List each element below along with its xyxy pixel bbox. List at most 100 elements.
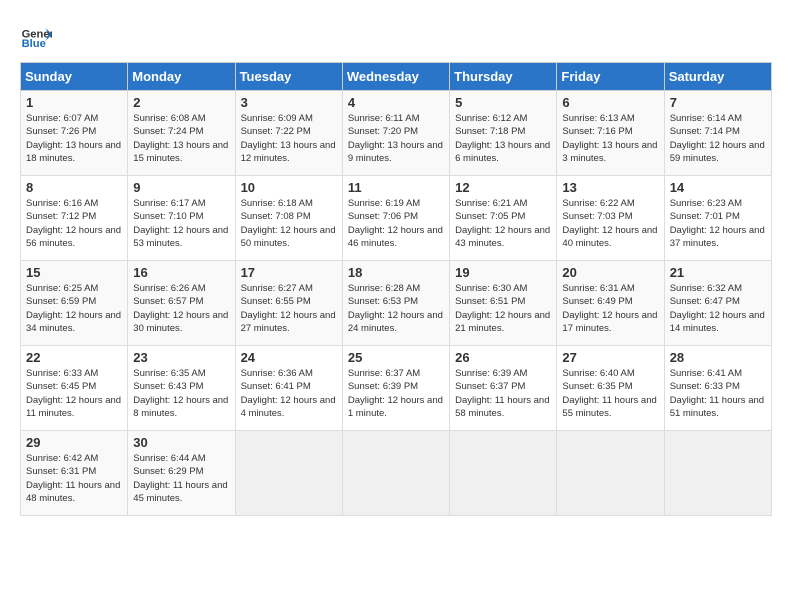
calendar-week-2: 8 Sunrise: 6:16 AMSunset: 7:12 PMDaylight…: [21, 176, 772, 261]
day-detail: Sunrise: 6:19 AMSunset: 7:06 PMDaylight:…: [348, 197, 444, 250]
calendar-cell: 23 Sunrise: 6:35 AMSunset: 6:43 PMDayligh…: [128, 346, 235, 431]
day-number: 3: [241, 95, 337, 110]
header-cell-sunday: Sunday: [21, 63, 128, 91]
calendar-cell: 10 Sunrise: 6:18 AMSunset: 7:08 PMDayligh…: [235, 176, 342, 261]
day-number: 15: [26, 265, 122, 280]
calendar-cell: 14 Sunrise: 6:23 AMSunset: 7:01 PMDayligh…: [664, 176, 771, 261]
day-number: 19: [455, 265, 551, 280]
day-number: 24: [241, 350, 337, 365]
day-number: 30: [133, 435, 229, 450]
calendar-cell: [450, 431, 557, 516]
header-cell-friday: Friday: [557, 63, 664, 91]
day-detail: Sunrise: 6:21 AMSunset: 7:05 PMDaylight:…: [455, 197, 551, 250]
day-number: 29: [26, 435, 122, 450]
page-header: General Blue: [20, 20, 772, 52]
calendar-cell: 20 Sunrise: 6:31 AMSunset: 6:49 PMDayligh…: [557, 261, 664, 346]
day-number: 4: [348, 95, 444, 110]
header-cell-thursday: Thursday: [450, 63, 557, 91]
day-detail: Sunrise: 6:42 AMSunset: 6:31 PMDaylight:…: [26, 452, 122, 505]
day-number: 10: [241, 180, 337, 195]
day-number: 7: [670, 95, 766, 110]
calendar-cell: 24Sunrise: 6:36 AMSunset: 6:41 PMDayligh…: [235, 346, 342, 431]
day-detail: Sunrise: 6:44 AMSunset: 6:29 PMDaylight:…: [133, 452, 229, 505]
day-number: 14: [670, 180, 766, 195]
day-number: 11: [348, 180, 444, 195]
calendar-cell: 15 Sunrise: 6:25 AMSunset: 6:59 PMDayligh…: [21, 261, 128, 346]
day-number: 9: [133, 180, 229, 195]
header-cell-saturday: Saturday: [664, 63, 771, 91]
calendar-cell: 13Sunrise: 6:22 AMSunset: 7:03 PMDayligh…: [557, 176, 664, 261]
calendar-cell: 8 Sunrise: 6:16 AMSunset: 7:12 PMDaylight…: [21, 176, 128, 261]
day-number: 8: [26, 180, 122, 195]
day-number: 16: [133, 265, 229, 280]
day-number: 23: [133, 350, 229, 365]
header-cell-tuesday: Tuesday: [235, 63, 342, 91]
day-number: 2: [133, 95, 229, 110]
day-number: 28: [670, 350, 766, 365]
day-detail: Sunrise: 6:07 AMSunset: 7:26 PMDaylight:…: [26, 112, 122, 165]
day-number: 26: [455, 350, 551, 365]
calendar-cell: 5Sunrise: 6:12 AMSunset: 7:18 PMDaylight…: [450, 91, 557, 176]
day-detail: Sunrise: 6:17 AMSunset: 7:10 PMDaylight:…: [133, 197, 229, 250]
day-detail: Sunrise: 6:28 AMSunset: 6:53 PMDaylight:…: [348, 282, 444, 335]
day-detail: Sunrise: 6:18 AMSunset: 7:08 PMDaylight:…: [241, 197, 337, 250]
header-cell-wednesday: Wednesday: [342, 63, 449, 91]
calendar-cell: [664, 431, 771, 516]
calendar-table: SundayMondayTuesdayWednesdayThursdayFrid…: [20, 62, 772, 516]
calendar-cell: 18 Sunrise: 6:28 AMSunset: 6:53 PMDayligh…: [342, 261, 449, 346]
day-detail: Sunrise: 6:41 AMSunset: 6:33 PMDaylight:…: [670, 367, 766, 420]
day-number: 25: [348, 350, 444, 365]
calendar-cell: 29 Sunrise: 6:42 AMSunset: 6:31 PMDayligh…: [21, 431, 128, 516]
day-detail: Sunrise: 6:22 AMSunset: 7:03 PMDaylight:…: [562, 197, 658, 250]
day-detail: Sunrise: 6:08 AMSunset: 7:24 PMDaylight:…: [133, 112, 229, 165]
day-detail: Sunrise: 6:25 AMSunset: 6:59 PMDaylight:…: [26, 282, 122, 335]
day-detail: Sunrise: 6:31 AMSunset: 6:49 PMDaylight:…: [562, 282, 658, 335]
calendar-cell: 11 Sunrise: 6:19 AMSunset: 7:06 PMDayligh…: [342, 176, 449, 261]
day-detail: Sunrise: 6:32 AMSunset: 6:47 PMDaylight:…: [670, 282, 766, 335]
day-number: 21: [670, 265, 766, 280]
calendar-cell: 22 Sunrise: 6:33 AMSunset: 6:45 PMDayligh…: [21, 346, 128, 431]
day-detail: Sunrise: 6:30 AMSunset: 6:51 PMDaylight:…: [455, 282, 551, 335]
day-detail: Sunrise: 6:37 AMSunset: 6:39 PMDaylight:…: [348, 367, 444, 420]
logo: General Blue: [20, 20, 52, 52]
calendar-cell: 30 Sunrise: 6:44 AMSunset: 6:29 PMDayligh…: [128, 431, 235, 516]
day-detail: Sunrise: 6:09 AMSunset: 7:22 PMDaylight:…: [241, 112, 337, 165]
day-detail: Sunrise: 6:11 AMSunset: 7:20 PMDaylight:…: [348, 112, 444, 165]
calendar-week-4: 22 Sunrise: 6:33 AMSunset: 6:45 PMDayligh…: [21, 346, 772, 431]
day-detail: Sunrise: 6:39 AMSunset: 6:37 PMDaylight:…: [455, 367, 551, 420]
calendar-cell: 6Sunrise: 6:13 AMSunset: 7:16 PMDaylight…: [557, 91, 664, 176]
calendar-week-5: 29 Sunrise: 6:42 AMSunset: 6:31 PMDayligh…: [21, 431, 772, 516]
day-detail: Sunrise: 6:35 AMSunset: 6:43 PMDaylight:…: [133, 367, 229, 420]
day-detail: Sunrise: 6:16 AMSunset: 7:12 PMDaylight:…: [26, 197, 122, 250]
day-detail: Sunrise: 6:14 AMSunset: 7:14 PMDaylight:…: [670, 112, 766, 165]
day-number: 12: [455, 180, 551, 195]
calendar-cell: [342, 431, 449, 516]
day-detail: Sunrise: 6:23 AMSunset: 7:01 PMDaylight:…: [670, 197, 766, 250]
day-detail: Sunrise: 6:40 AMSunset: 6:35 PMDaylight:…: [562, 367, 658, 420]
day-detail: Sunrise: 6:12 AMSunset: 7:18 PMDaylight:…: [455, 112, 551, 165]
day-number: 20: [562, 265, 658, 280]
calendar-cell: 28 Sunrise: 6:41 AMSunset: 6:33 PMDayligh…: [664, 346, 771, 431]
day-detail: Sunrise: 6:13 AMSunset: 7:16 PMDaylight:…: [562, 112, 658, 165]
calendar-cell: 19 Sunrise: 6:30 AMSunset: 6:51 PMDayligh…: [450, 261, 557, 346]
svg-text:Blue: Blue: [22, 38, 46, 50]
calendar-week-3: 15 Sunrise: 6:25 AMSunset: 6:59 PMDayligh…: [21, 261, 772, 346]
calendar-cell: 25 Sunrise: 6:37 AMSunset: 6:39 PMDayligh…: [342, 346, 449, 431]
header-cell-monday: Monday: [128, 63, 235, 91]
day-number: 22: [26, 350, 122, 365]
day-detail: Sunrise: 6:27 AMSunset: 6:55 PMDaylight:…: [241, 282, 337, 335]
day-number: 27: [562, 350, 658, 365]
calendar-cell: [235, 431, 342, 516]
calendar-cell: 16Sunrise: 6:26 AMSunset: 6:57 PMDayligh…: [128, 261, 235, 346]
day-number: 1: [26, 95, 122, 110]
calendar-cell: 9 Sunrise: 6:17 AMSunset: 7:10 PMDaylight…: [128, 176, 235, 261]
calendar-cell: 12 Sunrise: 6:21 AMSunset: 7:05 PMDayligh…: [450, 176, 557, 261]
calendar-cell: 1 Sunrise: 6:07 AMSunset: 7:26 PMDaylight…: [21, 91, 128, 176]
calendar-cell: 3 Sunrise: 6:09 AMSunset: 7:22 PMDaylight…: [235, 91, 342, 176]
calendar-cell: 2 Sunrise: 6:08 AMSunset: 7:24 PMDaylight…: [128, 91, 235, 176]
day-detail: Sunrise: 6:33 AMSunset: 6:45 PMDaylight:…: [26, 367, 122, 420]
calendar-week-1: 1 Sunrise: 6:07 AMSunset: 7:26 PMDaylight…: [21, 91, 772, 176]
calendar-cell: 21 Sunrise: 6:32 AMSunset: 6:47 PMDayligh…: [664, 261, 771, 346]
day-number: 18: [348, 265, 444, 280]
calendar-cell: 4 Sunrise: 6:11 AMSunset: 7:20 PMDaylight…: [342, 91, 449, 176]
